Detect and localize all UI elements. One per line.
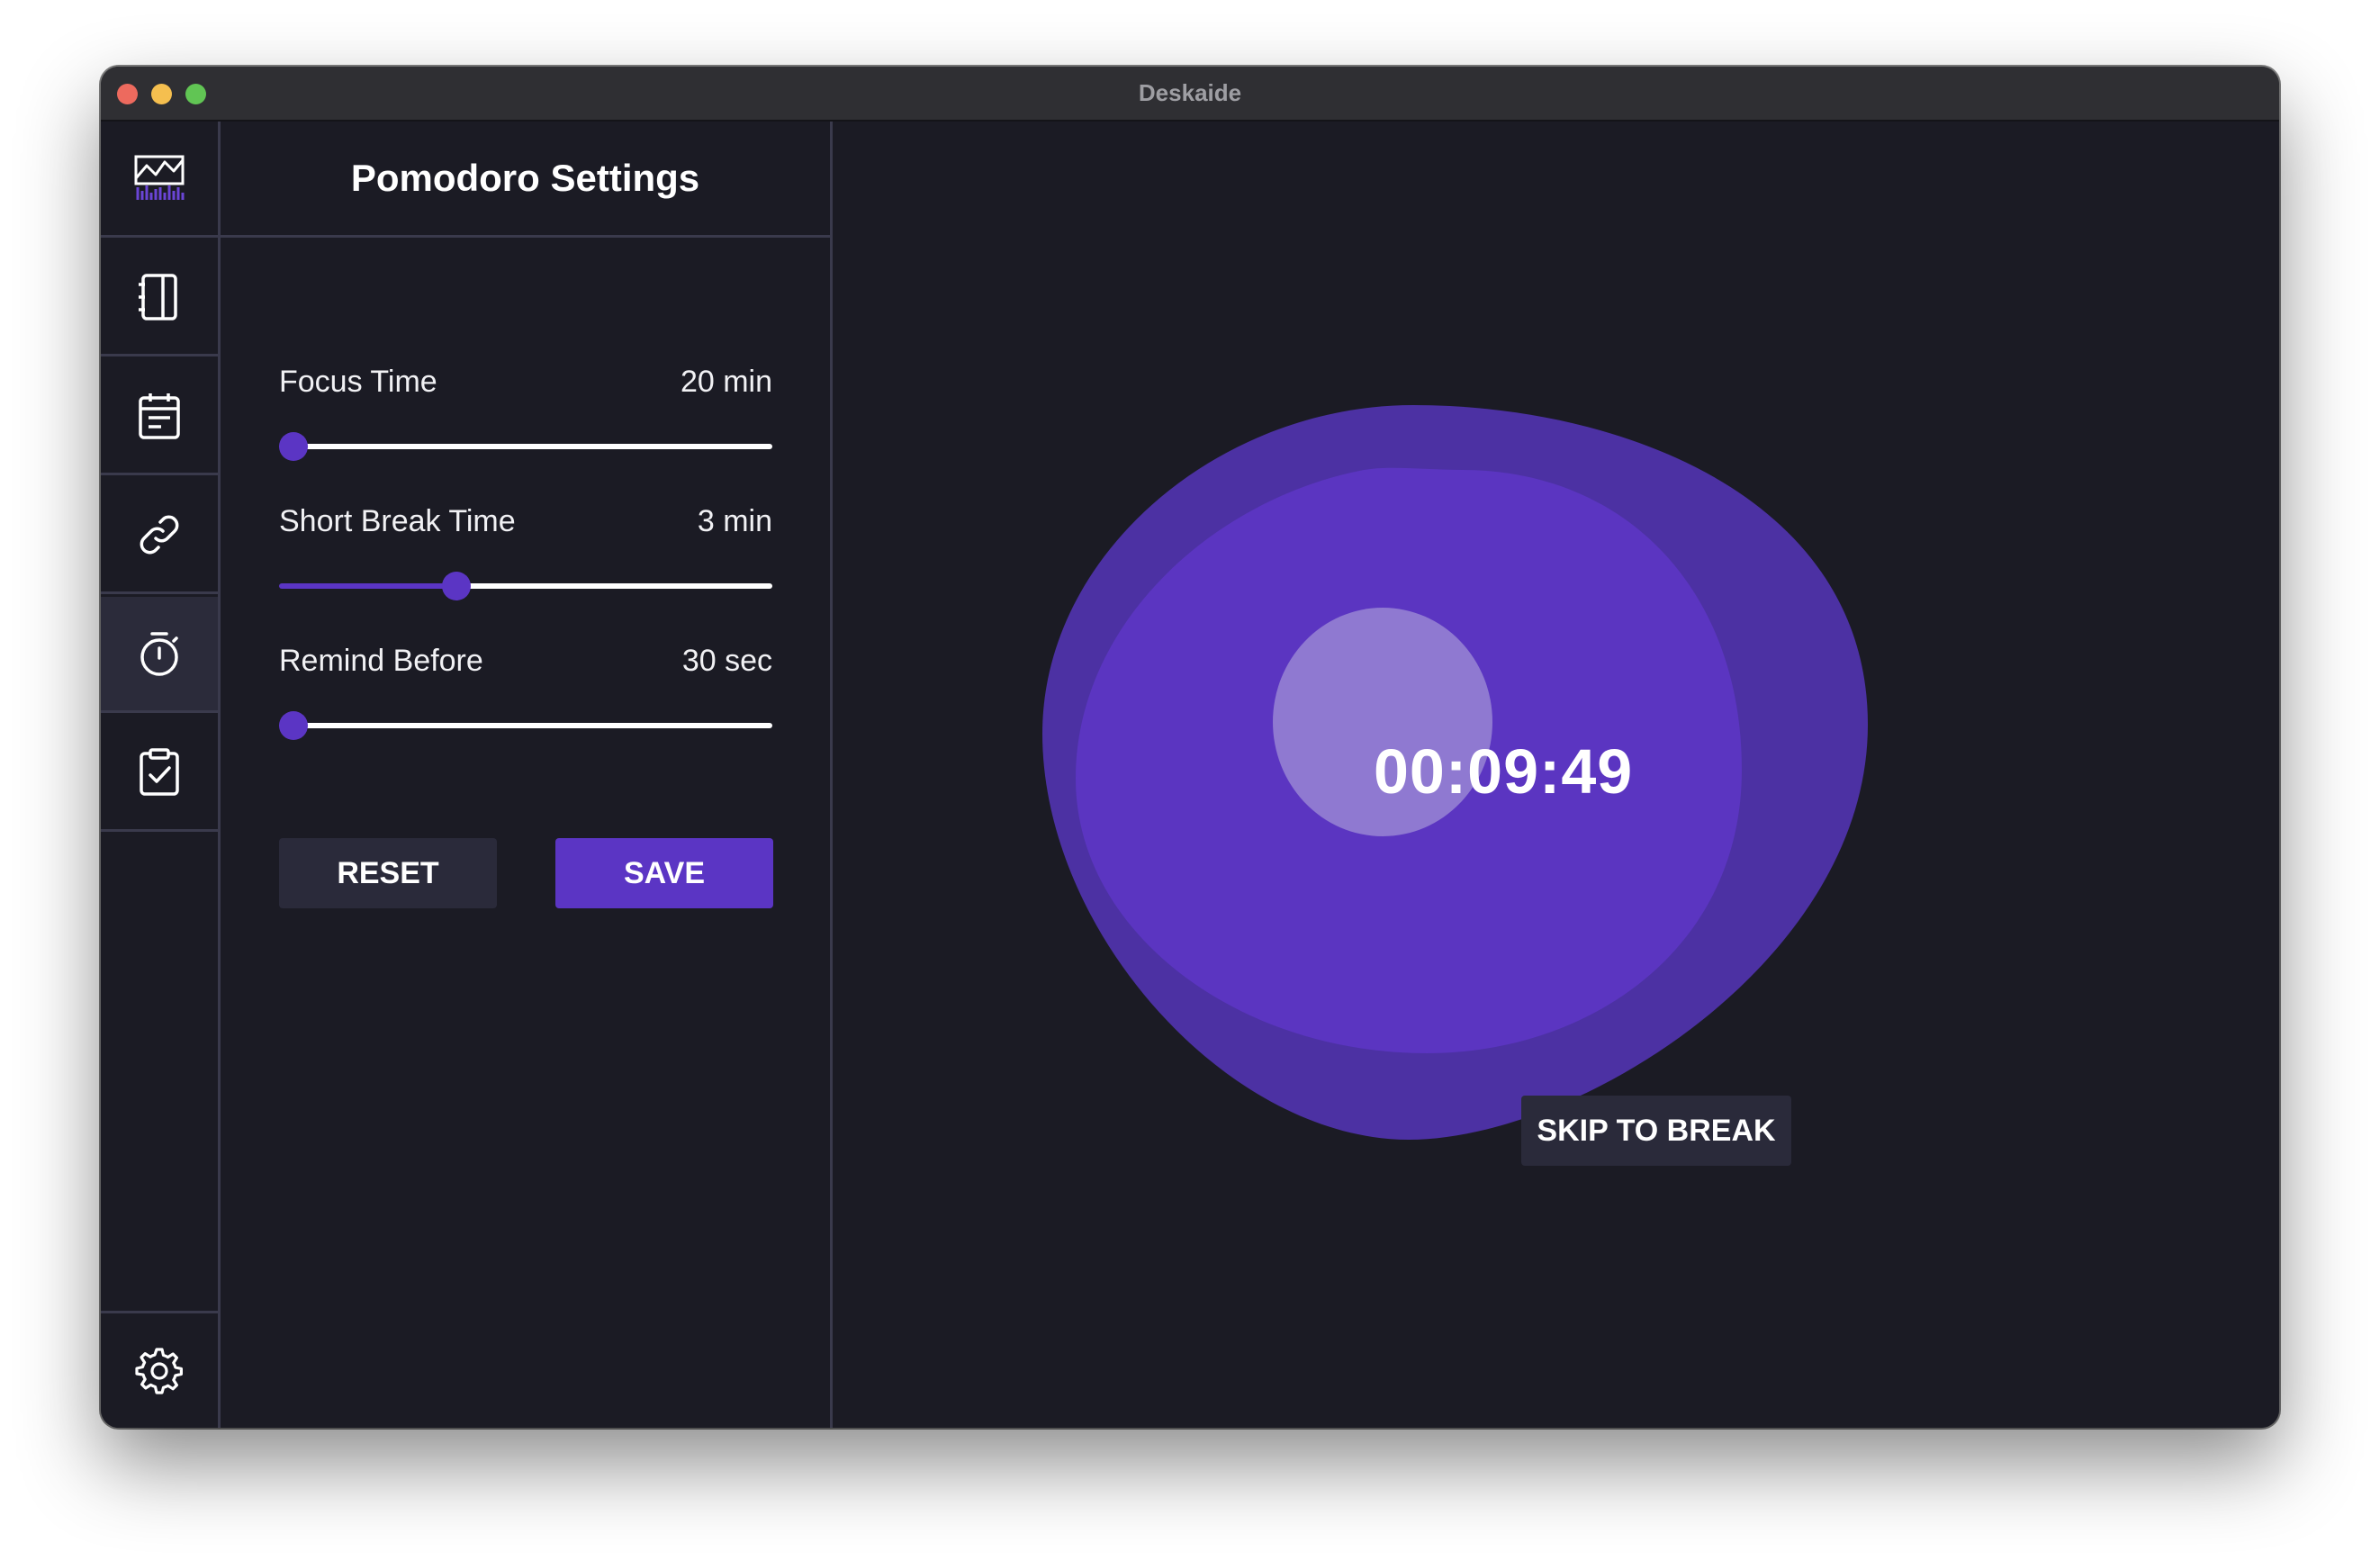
calendar-icon xyxy=(139,393,180,439)
panel-title: Pomodoro Settings xyxy=(221,122,830,238)
setting-label: Focus Time xyxy=(279,365,437,399)
sidebar-item-notebook[interactable] xyxy=(101,240,218,356)
slider-thumb[interactable] xyxy=(279,432,308,461)
app-window: Deskaide Pomodoro Settings Focus Time 20… xyxy=(101,67,2279,1428)
stopwatch-icon xyxy=(140,632,178,676)
focus-time-slider[interactable] xyxy=(279,431,772,462)
analytics-icon xyxy=(134,155,185,200)
settings-panel: Pomodoro Settings Focus Time 20 min Shor… xyxy=(221,122,833,1428)
slider-track xyxy=(293,444,772,449)
slider-fill xyxy=(279,583,456,589)
setting-value: 20 min xyxy=(680,365,772,399)
remind-before-slider[interactable] xyxy=(279,710,772,741)
skip-to-break-button[interactable]: SKIP TO BREAK xyxy=(1521,1096,1791,1166)
timer-display: 00:09:49 xyxy=(1374,736,1634,807)
sidebar-item-analytics[interactable] xyxy=(101,122,218,238)
setting-value: 3 min xyxy=(697,504,772,538)
timer-area: 00:09:49 SKIP TO BREAK xyxy=(833,122,2279,1428)
setting-short-break-time: Short Break Time 3 min xyxy=(279,504,772,612)
title-bar: Deskaide xyxy=(101,67,2279,122)
slider-thumb[interactable] xyxy=(441,572,471,600)
setting-label: Remind Before xyxy=(279,644,483,678)
reset-button[interactable]: RESET xyxy=(279,838,497,908)
sidebar-item-pomodoro[interactable] xyxy=(101,597,218,713)
notebook-icon xyxy=(139,274,177,320)
sidebar-item-settings[interactable] xyxy=(101,1311,218,1428)
sidebar-item-tasks[interactable] xyxy=(101,716,218,832)
sidebar-item-links[interactable] xyxy=(101,478,218,594)
short-break-slider[interactable] xyxy=(279,571,772,601)
clipboard-check-icon xyxy=(140,748,179,796)
setting-focus-time: Focus Time 20 min xyxy=(279,365,772,473)
setting-value: 30 sec xyxy=(681,644,772,678)
window-title: Deskaide xyxy=(1138,79,1242,106)
save-button[interactable]: SAVE xyxy=(555,838,773,908)
sidebar-item-calendar[interactable] xyxy=(101,359,218,475)
gear-icon xyxy=(135,1347,183,1394)
slider-thumb[interactable] xyxy=(279,711,308,740)
slider-track xyxy=(293,723,772,728)
setting-label: Short Break Time xyxy=(279,504,516,538)
sidebar xyxy=(101,122,221,1428)
setting-remind-before: Remind Before 30 sec xyxy=(279,644,772,752)
link-icon xyxy=(140,515,179,555)
